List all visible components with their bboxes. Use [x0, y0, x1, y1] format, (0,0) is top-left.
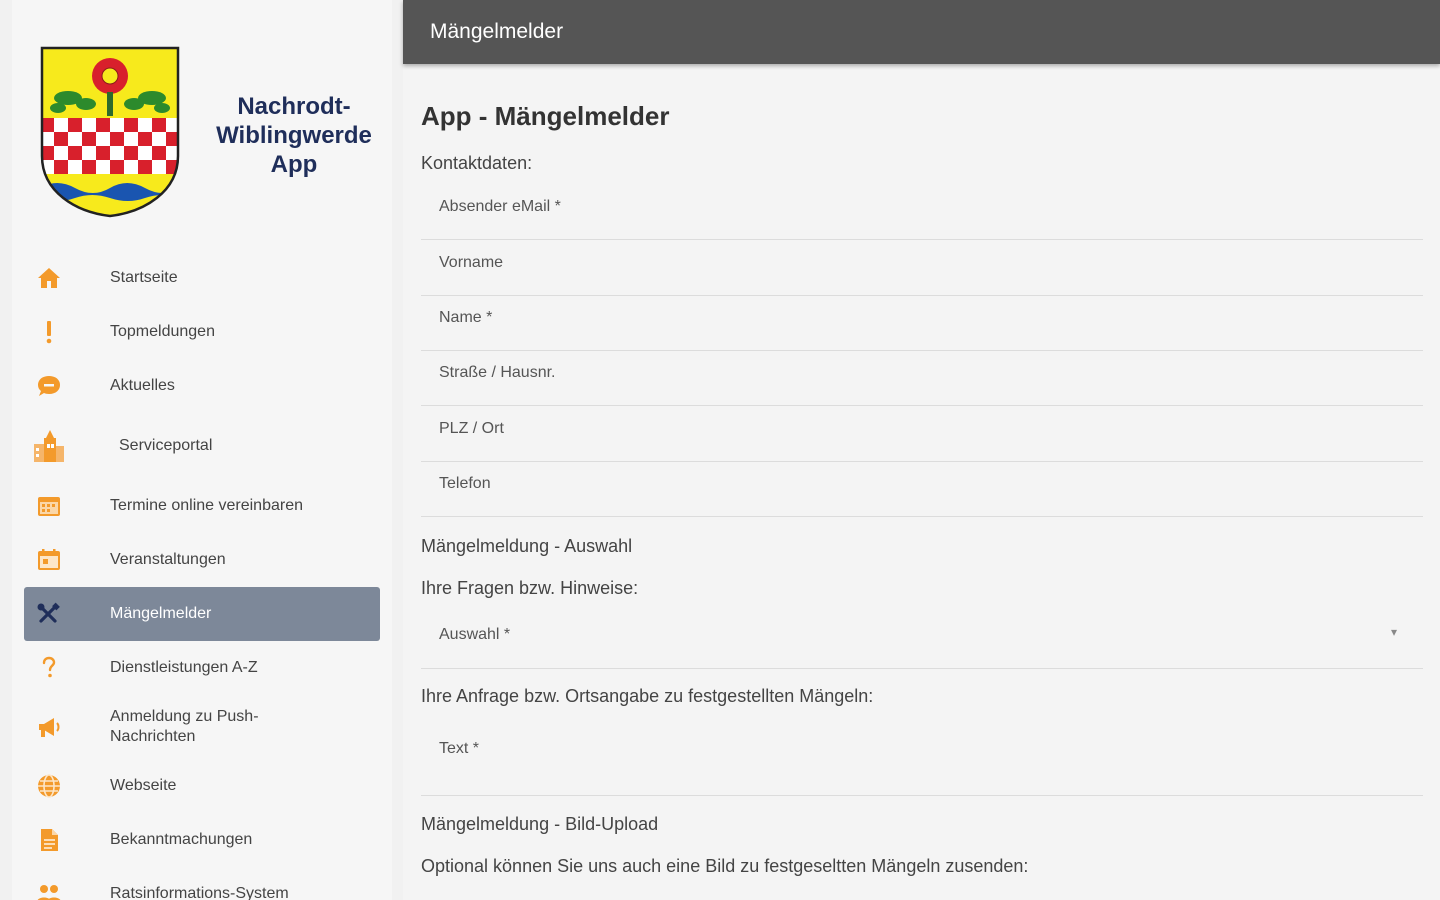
main-content: Mängelmelder App - Mängelmelder Kontaktd…: [403, 0, 1440, 900]
side-navigation: Nachrodt- Wiblingwerde App Startseite To…: [12, 0, 392, 900]
name-field-placeholder: Name *: [439, 309, 493, 326]
nav-item-termine[interactable]: Termine online vereinbaren: [24, 479, 380, 533]
street-field-placeholder: Straße / Hausnr.: [439, 364, 556, 381]
email-field-placeholder: Absender eMail *: [439, 198, 561, 215]
town-hall-icon: [24, 430, 74, 462]
chat-icon: [24, 371, 74, 401]
home-icon: [24, 263, 74, 293]
nav-item-label: Dienstleistungen A-Z: [110, 659, 258, 676]
app-name-line: Wiblingwerde: [216, 122, 372, 149]
nav-item-dienstleistungen[interactable]: Dienstleistungen A-Z: [24, 641, 380, 695]
category-select[interactable]: Auswahl * ▾: [421, 613, 1423, 669]
text-field[interactable]: Text *: [421, 720, 1423, 796]
phone-field-placeholder: Telefon: [439, 475, 491, 492]
nav-item-label: Bekanntmachungen: [110, 831, 253, 848]
exclamation-icon: [24, 317, 74, 347]
upload-hint: Optional können Sie uns auch eine Bild z…: [421, 856, 1029, 876]
nav-menu: Startseite Topmeldungen Aktuelles Servic…: [24, 251, 380, 900]
name-field[interactable]: Name *: [421, 296, 1423, 351]
nav-item-label: Termine online vereinbaren: [110, 497, 303, 514]
app-bar: Mängelmelder: [403, 0, 1440, 64]
phone-field[interactable]: Telefon: [421, 462, 1423, 517]
street-field[interactable]: Straße / Hausnr.: [421, 351, 1423, 406]
nav-item-label: Anmeldung zu Push-Nachrichten: [110, 708, 259, 745]
nav-item-label: Webseite: [110, 777, 177, 794]
questions-label: Ihre Fragen bzw. Hinweise:: [421, 578, 639, 598]
nav-item-veranstaltungen[interactable]: Veranstaltungen: [24, 533, 380, 587]
nav-item-label: Aktuelles: [110, 377, 175, 394]
calendar-grid-icon: [24, 491, 74, 521]
firstname-field[interactable]: Vorname: [421, 241, 1423, 296]
nav-item-label: Ratsinformations-System: [110, 885, 289, 900]
nav-item-label: Serviceportal: [119, 437, 213, 454]
app-name: Nachrodt- Wiblingwerde App: [208, 92, 380, 179]
people-icon: [24, 879, 74, 900]
globe-icon: [24, 771, 74, 801]
city-field-placeholder: PLZ / Ort: [439, 420, 504, 437]
email-field[interactable]: Absender eMail *: [421, 185, 1423, 240]
nav-item-label: Topmeldungen: [110, 323, 215, 340]
nav-item-aktuelles[interactable]: Aktuelles: [24, 359, 380, 413]
nav-item-startseite[interactable]: Startseite: [24, 251, 380, 305]
page-title: App - Mängelmelder: [421, 101, 670, 131]
upload-heading: Mängelmeldung - Bild-Upload: [421, 814, 659, 834]
contact-section-label: Kontaktdaten:: [421, 153, 533, 173]
nav-item-push[interactable]: Anmeldung zu Push-Nachrichten: [24, 695, 380, 759]
selection-heading: Mängelmeldung - Auswahl: [421, 536, 633, 556]
nav-item-topmeldungen[interactable]: Topmeldungen: [24, 305, 380, 359]
nav-item-serviceportal[interactable]: Serviceportal: [24, 413, 380, 479]
calendar-event-icon: [24, 545, 74, 575]
brand-header: Nachrodt- Wiblingwerde App: [12, 0, 392, 240]
document-icon: [24, 825, 74, 855]
app-name-line: Nachrodt-: [237, 93, 351, 120]
app-name-line: App: [270, 151, 318, 178]
question-icon: [24, 653, 74, 683]
category-select-placeholder: Auswahl *: [439, 626, 511, 643]
nav-item-ratsinformation[interactable]: Ratsinformations-System: [24, 867, 380, 900]
nav-item-maengelmelder[interactable]: Mängelmelder: [24, 587, 380, 641]
coat-of-arms-logo: [40, 46, 180, 218]
nav-item-label: Veranstaltungen: [110, 551, 226, 568]
firstname-field-placeholder: Vorname: [439, 254, 504, 271]
app-bar-title: Mängelmelder: [430, 20, 564, 43]
city-field[interactable]: PLZ / Ort: [421, 407, 1423, 462]
nav-item-webseite[interactable]: Webseite: [24, 759, 380, 813]
tools-icon: [24, 599, 74, 629]
nav-item-label: Startseite: [110, 269, 178, 286]
nav-item-bekanntmachungen[interactable]: Bekanntmachungen: [24, 813, 380, 867]
chevron-down-icon: ▾: [1390, 625, 1397, 639]
megaphone-icon: [24, 712, 74, 742]
nav-item-label: Mängelmelder: [110, 605, 212, 622]
request-label: Ihre Anfrage bzw. Ortsangabe zu festgest…: [421, 686, 874, 706]
text-field-placeholder: Text *: [439, 740, 480, 757]
